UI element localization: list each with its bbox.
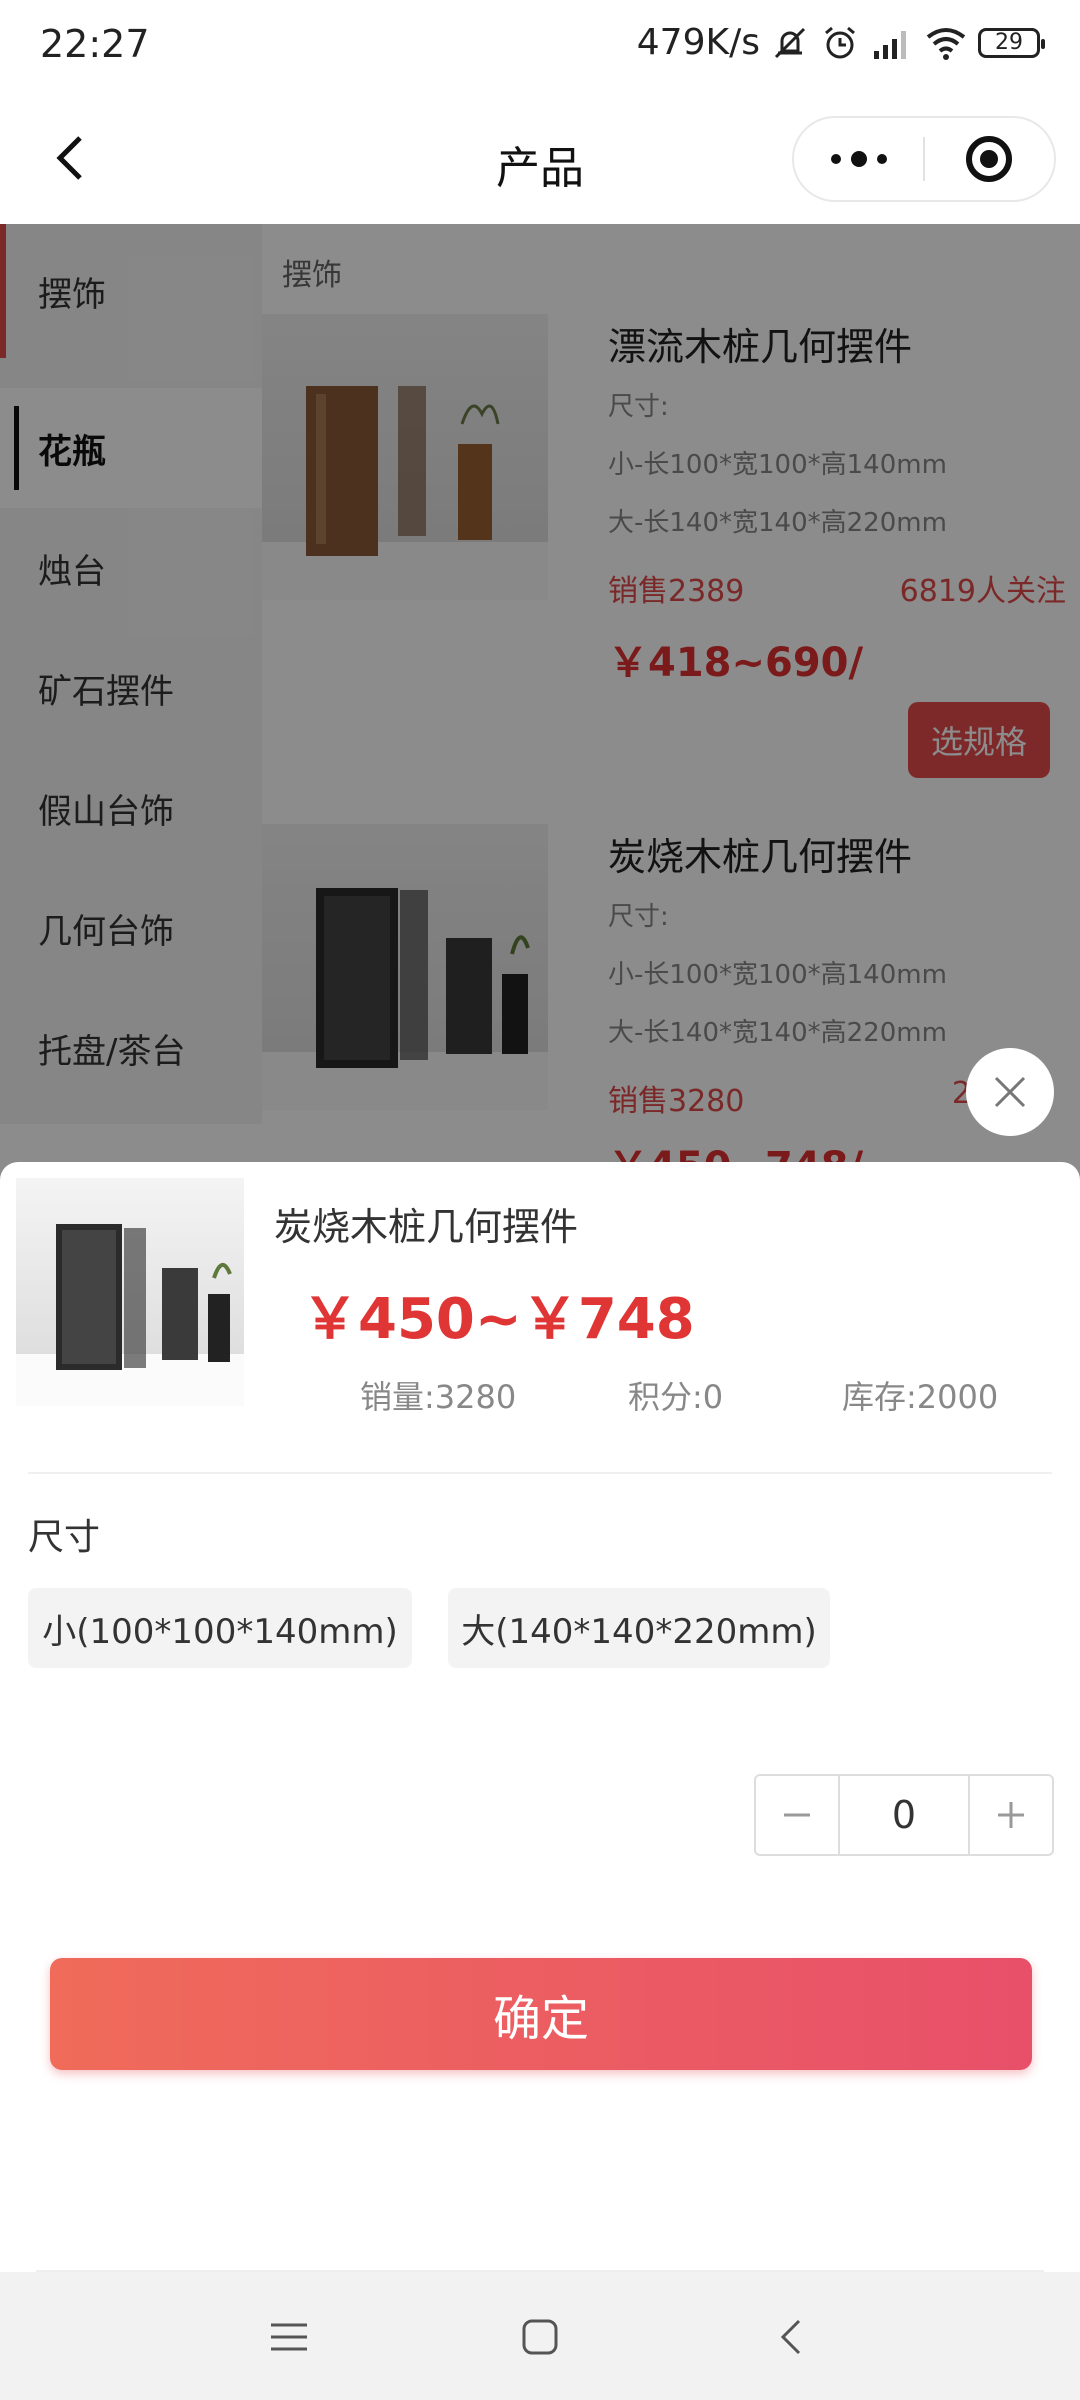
size-option-small[interactable]: 小(100*100*140mm) (28, 1588, 412, 1668)
menu-lines-icon[interactable] (254, 2302, 324, 2372)
sheet-divider (28, 1472, 1052, 1474)
nav-bar: 产品 (0, 96, 1080, 224)
size-heading: 尺寸 (28, 1517, 101, 1558)
hd-signal-icon (874, 30, 906, 59)
mute-bell-icon (774, 27, 806, 58)
quantity-stepper: 0 (754, 1774, 1054, 1856)
status-bar: 22:27 479K/s 29 (0, 0, 1080, 96)
sheet-product-image (16, 1178, 244, 1406)
close-x-icon (994, 1076, 1026, 1108)
sheet-price: ￥450~￥748 (302, 1287, 695, 1352)
sheet-points: 积分:0 (628, 1378, 724, 1416)
status-time: 22:27 (40, 22, 150, 66)
alarm-icon (825, 26, 855, 58)
network-speed: 479K/s (636, 22, 760, 63)
minus-icon (784, 1813, 810, 1817)
target-circle-icon[interactable] (925, 116, 1054, 202)
decrement-button[interactable] (756, 1776, 838, 1854)
increment-button[interactable] (970, 1776, 1052, 1854)
sheet-stock: 库存:2000 (842, 1378, 999, 1416)
sheet-sales: 销量:3280 (360, 1378, 517, 1416)
more-dots-icon[interactable] (794, 116, 923, 202)
wifi-icon (926, 27, 966, 60)
quantity-value[interactable]: 0 (838, 1776, 970, 1854)
size-option-large[interactable]: 大(140*140*220mm) (448, 1588, 830, 1668)
battery-level: 29 (995, 30, 1023, 55)
confirm-button[interactable]: 确定 (50, 1958, 1032, 2070)
battery-icon: 29 (978, 27, 1045, 58)
close-button[interactable] (966, 1048, 1054, 1136)
back-chevron-icon[interactable] (756, 2302, 826, 2372)
home-square-icon[interactable] (505, 2302, 575, 2372)
sheet-product-title: 炭烧木桩几何摆件 (274, 1205, 579, 1249)
spec-bottom-sheet: 炭烧木桩几何摆件 ￥450~￥748 销量:3280 积分:0 库存:2000 … (0, 1162, 1080, 2272)
plus-icon (998, 1802, 1024, 1828)
status-icons: 479K/s 29 (636, 22, 1045, 63)
system-nav-bar (0, 2272, 1080, 2400)
mini-program-capsule (792, 116, 1056, 202)
